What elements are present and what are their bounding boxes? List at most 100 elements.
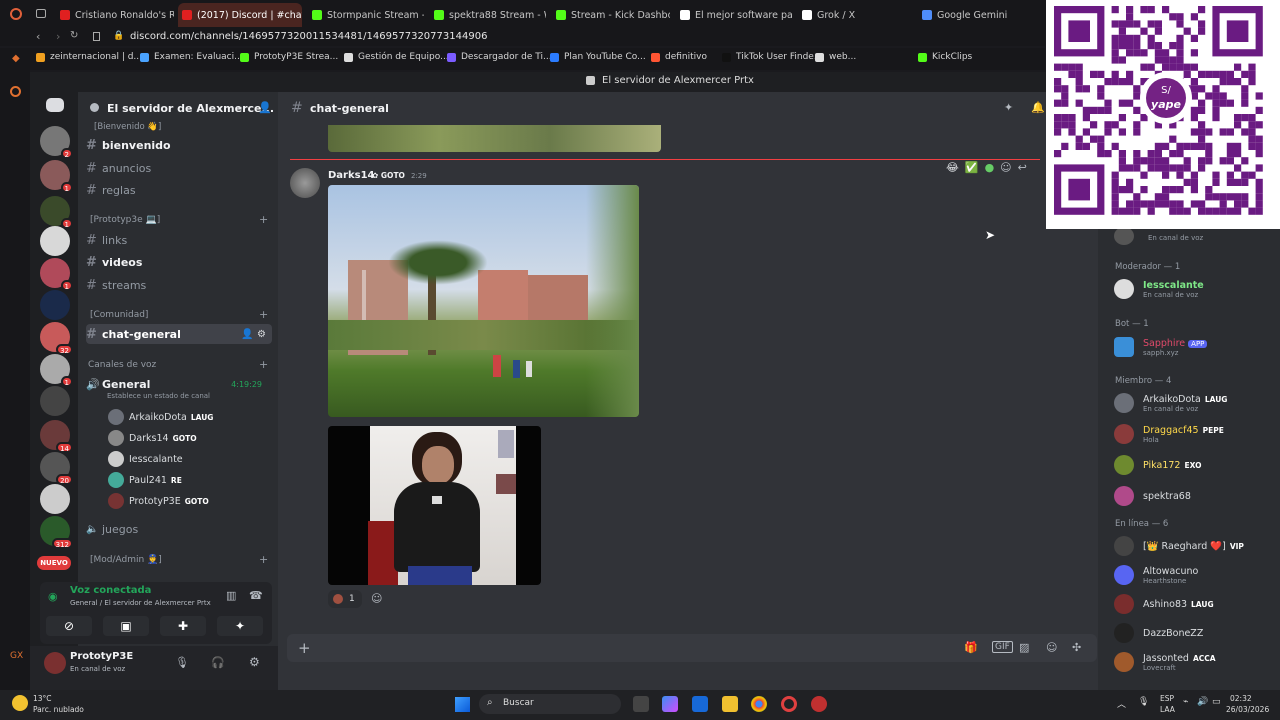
server-icon[interactable] <box>40 226 70 256</box>
gift-icon[interactable]: 🎁 <box>964 641 978 654</box>
weather-icon[interactable] <box>12 695 28 711</box>
browser-tab[interactable]: Cristiano Ronaldo's Rock <box>56 3 174 27</box>
channel-item[interactable]: # videos <box>86 252 272 272</box>
microphone-icon[interactable]: 🎙 <box>175 656 189 669</box>
task-view-icon[interactable] <box>633 696 649 712</box>
add-channel-icon[interactable]: + <box>259 358 268 371</box>
chrome-icon[interactable] <box>751 696 767 712</box>
channel-item[interactable]: # links <box>86 230 272 250</box>
browser-tab[interactable]: Stormpanic Stream - Wa <box>308 3 424 27</box>
voice-user[interactable]: PrototyP3E GOTO <box>108 492 209 510</box>
gif-icon[interactable]: GIF <box>992 641 1013 653</box>
member-item[interactable]: [👑 Raeghard ❤️] VIP <box>1114 533 1276 559</box>
activities-button[interactable]: ✚ <box>160 616 206 636</box>
bookmark-item[interactable]: zeinternacional | d... <box>36 52 142 62</box>
message-author[interactable]: Darks14 <box>328 170 375 181</box>
browser-tab[interactable]: spektra88 Stream - Watc <box>430 3 546 27</box>
file-explorer-icon[interactable] <box>722 696 738 712</box>
category-comunidad[interactable]: [Comunidad] <box>90 310 148 320</box>
threads-icon[interactable]: ✦ <box>1004 101 1013 114</box>
previous-image[interactable] <box>328 125 661 152</box>
member-item[interactable]: Pika172 EXO <box>1114 452 1276 478</box>
bookmark-item[interactable]: web... <box>815 52 856 62</box>
voice-status-hint[interactable]: Establece un estado de canal <box>107 392 210 400</box>
chevron-down-icon[interactable]: ⌄ <box>236 102 244 112</box>
member-item-moderator[interactable]: Iesscalante En canal de voz <box>1114 276 1276 302</box>
bookmark-item[interactable]: Descargador de Ti... <box>447 52 552 62</box>
server-icon[interactable]: 32 <box>40 322 73 355</box>
server-icon[interactable] <box>40 290 70 320</box>
bookmark-item[interactable]: Examen: Evaluaci... <box>140 52 243 62</box>
copilot-icon[interactable] <box>662 696 678 712</box>
voice-user[interactable]: Darks14 GOTO <box>108 429 197 447</box>
lang-1[interactable]: ESP <box>1160 694 1174 703</box>
soundboard-button[interactable]: ✦ <box>217 616 263 636</box>
lock-icon[interactable]: 🔒 <box>113 31 124 41</box>
upload-plus-icon[interactable]: + <box>298 639 311 657</box>
bookmark-item[interactable]: Plan YouTube Co... <box>550 52 646 62</box>
app-icon[interactable] <box>811 696 827 712</box>
add-reaction-icon[interactable]: ☺ <box>1000 161 1011 177</box>
server-icon[interactable] <box>40 484 70 514</box>
gx-icon[interactable]: GX <box>10 651 23 661</box>
add-channel-icon[interactable]: + <box>259 308 268 321</box>
member-item[interactable]: ArkaikoDota LAUG En canal de voz <box>1114 390 1276 416</box>
reply-icon[interactable]: ↩ <box>1018 161 1027 177</box>
windows-start-icon[interactable] <box>455 697 470 712</box>
member-avatar-top[interactable] <box>1114 227 1134 245</box>
channel-item[interactable]: # anuncios <box>86 158 272 178</box>
browser-tab[interactable]: Grok / X <box>798 3 914 27</box>
tray-chevron-icon[interactable]: ︿ <box>1117 697 1126 710</box>
member-item[interactable]: Ashino83 LAUG <box>1114 591 1276 617</box>
browser-tab[interactable]: El mejor software para p <box>676 3 792 27</box>
add-channel-icon[interactable]: + <box>259 213 268 226</box>
mic-tray-icon[interactable]: 🎙 <box>1138 697 1149 707</box>
voice-channel-general[interactable]: 🔊 General 4:19:29 <box>86 374 272 394</box>
channel-item[interactable]: # reglas <box>86 180 272 200</box>
voice-user[interactable]: Iesscalante <box>108 450 183 468</box>
server-icon[interactable]: 1 <box>40 258 73 291</box>
voice-channel-juegos[interactable]: 🔈 juegos <box>86 519 272 539</box>
sticker-icon[interactable]: ▨ <box>1019 641 1029 654</box>
bookmark-item[interactable]: definitivo <box>651 52 707 62</box>
server-icon[interactable]: 312 <box>40 516 73 549</box>
bookmark-item[interactable]: PrototyP3E Strea... <box>240 52 338 62</box>
member-item[interactable]: DazzBoneZZ <box>1114 620 1276 646</box>
camera-off-button[interactable]: ⊘ <box>46 616 92 636</box>
reaction-quick-3-icon[interactable]: ● <box>985 161 995 177</box>
server-icon[interactable]: 1 <box>40 160 73 193</box>
reaction-quick-1-icon[interactable]: 😂 <box>946 161 959 177</box>
clock-time[interactable]: 02:32 <box>1230 694 1252 703</box>
voice-user[interactable]: Paul241 RE <box>108 471 182 489</box>
reaction-quick-2-icon[interactable]: ✅ <box>965 161 979 177</box>
voice-location[interactable]: General / El servidor de Alexmercer Prtx <box>70 599 211 607</box>
message-avatar[interactable] <box>290 168 320 198</box>
browser-tab[interactable]: Stream - Kick Dashboard <box>552 3 670 27</box>
add-member-icon[interactable]: 👤 <box>258 101 272 114</box>
settings-gear-icon[interactable]: ⚙ <box>249 655 260 669</box>
workspace-icon[interactable] <box>36 9 46 18</box>
server-name[interactable]: El servidor de Alexmerce... <box>107 102 274 115</box>
voice-category[interactable]: Canales de voz <box>88 360 156 370</box>
add-channel-icon[interactable]: + <box>259 553 268 566</box>
park-photo[interactable] <box>328 185 639 417</box>
taskbar-search[interactable] <box>479 694 621 714</box>
back-icon[interactable]: ‹ <box>36 30 40 43</box>
username[interactable]: PrototyP3E <box>70 651 133 662</box>
bookmark-item[interactable]: TikTok User Finde... <box>722 52 822 62</box>
volume-icon[interactable]: 🔊 <box>1197 697 1208 707</box>
member-item[interactable]: Altowacuno Hearthstone <box>1114 562 1276 588</box>
noise-suppression-icon[interactable]: ▥ <box>226 589 236 602</box>
battery-icon[interactable]: ▭ <box>1212 697 1221 707</box>
person-photo[interactable] <box>328 426 541 585</box>
avatar[interactable] <box>44 652 66 674</box>
bell-icon[interactable]: 🔔 <box>1031 101 1045 114</box>
channel-item[interactable]: # streams <box>86 275 272 295</box>
reaction-chip[interactable]: 1 <box>328 590 362 608</box>
channel-settings-icon[interactable]: 👤 ⚙ <box>241 329 266 340</box>
channel-item[interactable]: # chat-general 👤 ⚙ <box>86 324 272 344</box>
apps-icon[interactable]: ✣ <box>1072 641 1081 654</box>
bookmarks-icon[interactable]: ◆ <box>12 53 20 64</box>
browser-tab[interactable]: Google Gemini <box>918 3 1038 27</box>
server-icon[interactable]: 1 <box>40 354 73 387</box>
